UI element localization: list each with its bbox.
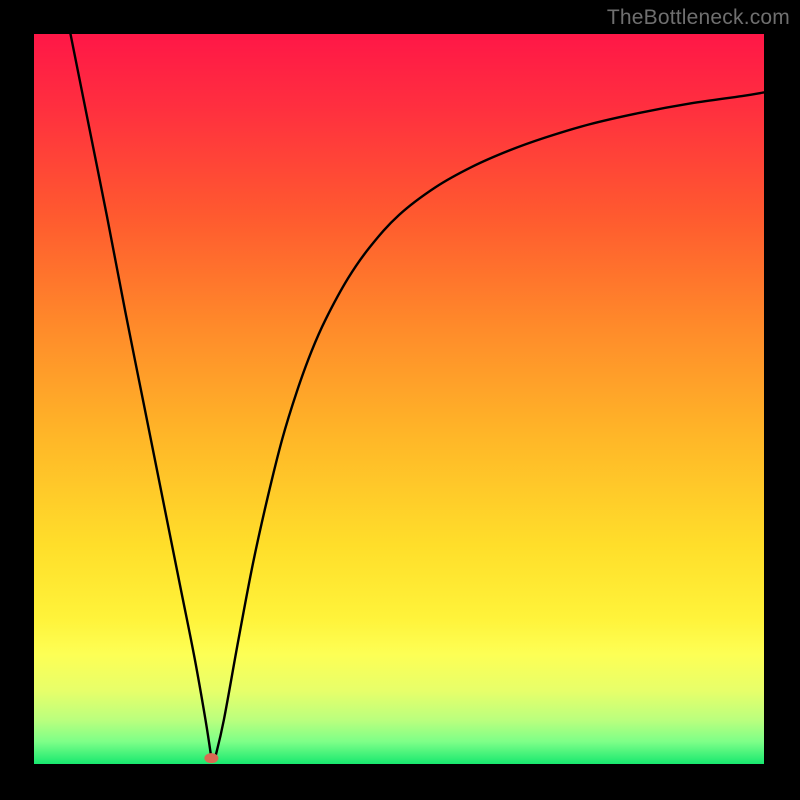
watermark-text: TheBottleneck.com [607,6,790,30]
chart-frame [34,34,764,764]
bottleneck-chart [34,34,764,764]
min-marker [204,753,218,763]
